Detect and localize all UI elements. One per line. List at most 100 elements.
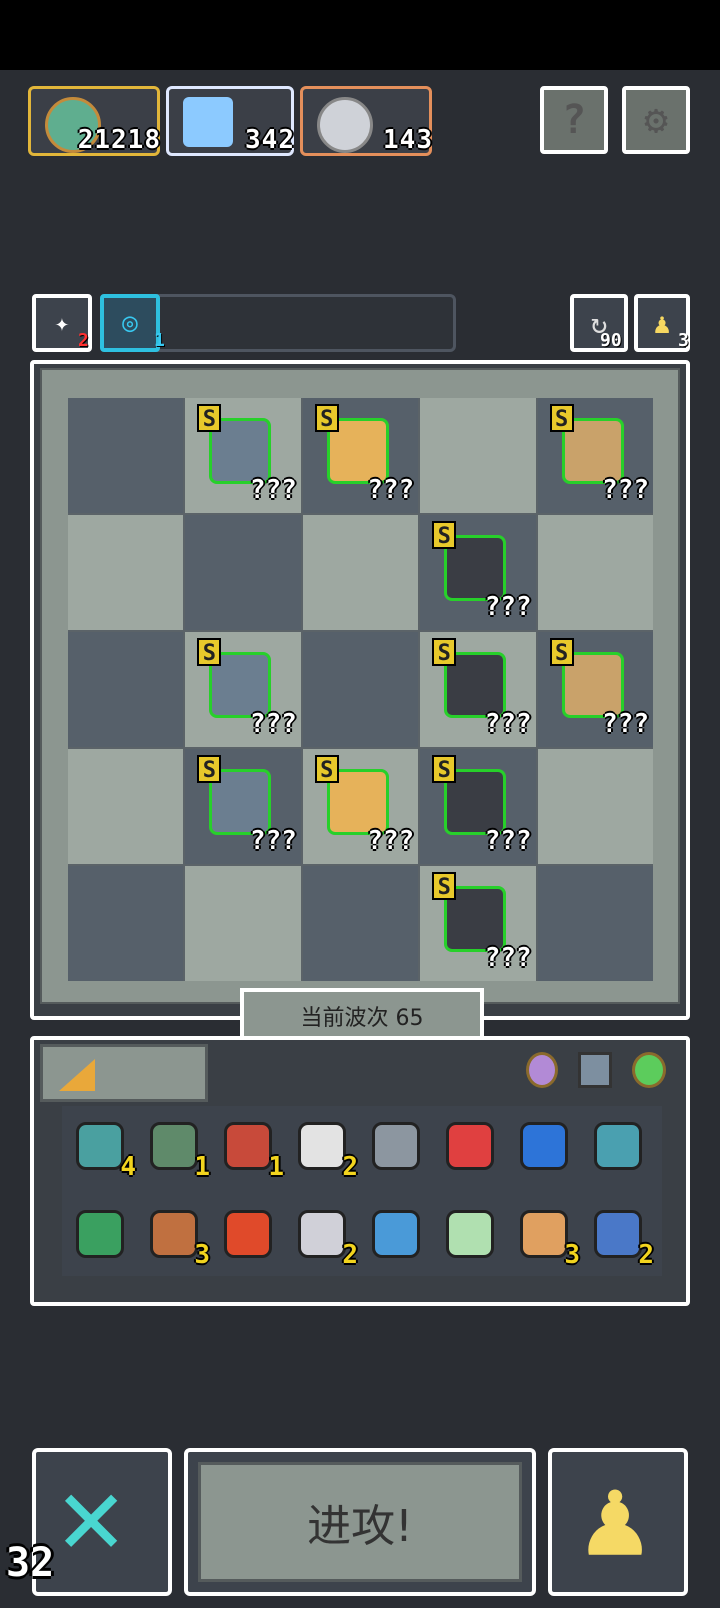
board-cell[interactable]: S??? xyxy=(420,749,536,864)
rank-badge: S xyxy=(197,755,222,783)
book-icon[interactable]: 3 xyxy=(146,1206,210,1270)
board-cell[interactable]: S??? xyxy=(420,632,536,747)
blue-rune-icon: ◎ xyxy=(122,308,138,338)
board-cell[interactable] xyxy=(68,398,184,513)
question-icon: ? xyxy=(561,97,587,143)
rank-badge: S xyxy=(549,404,574,432)
enemy-unit[interactable]: S??? xyxy=(303,749,418,864)
enemy-unit[interactable]: S??? xyxy=(420,515,535,630)
pawn-button[interactable]: ♟ xyxy=(548,1448,688,1596)
board-cell[interactable]: S??? xyxy=(185,632,301,747)
board-cell[interactable]: S??? xyxy=(185,398,301,513)
trash-icon[interactable] xyxy=(72,1206,128,1262)
potion-icon[interactable] xyxy=(442,1206,498,1262)
item-shape xyxy=(372,1122,420,1170)
board-cell[interactable] xyxy=(68,749,184,864)
unknown-stat: ??? xyxy=(249,826,297,856)
zombie-icon[interactable]: 1 xyxy=(146,1118,210,1182)
board-cell[interactable] xyxy=(68,866,184,981)
refresh-count: 90 xyxy=(600,330,622,351)
unknown-stat: ??? xyxy=(484,826,532,856)
eye-orb-icon[interactable]: 1 xyxy=(220,1118,284,1182)
rank-badge: S xyxy=(432,521,457,549)
board-cell[interactable]: S??? xyxy=(537,632,653,747)
stone-icon[interactable] xyxy=(368,1118,424,1174)
green-ring-icon[interactable] xyxy=(632,1052,666,1088)
attack-button[interactable]: 进攻! xyxy=(184,1448,536,1596)
purple-ring-icon[interactable] xyxy=(526,1052,558,1088)
board-cell[interactable] xyxy=(420,398,536,513)
item-count: 3 xyxy=(564,1240,580,1270)
board-cell[interactable] xyxy=(68,632,184,747)
item-count: 2 xyxy=(638,1240,654,1270)
trait-count-blue: 1 xyxy=(154,330,165,351)
ruby-icon[interactable] xyxy=(220,1206,276,1262)
board-cell[interactable]: S??? xyxy=(185,749,301,864)
board-cell[interactable]: S??? xyxy=(302,749,419,864)
toilet-icon[interactable]: 3 xyxy=(516,1206,580,1270)
gear-resource: 143 xyxy=(300,86,432,156)
unknown-stat: ??? xyxy=(249,475,297,505)
pawn-icon: ♟ xyxy=(653,306,671,340)
enemy-unit[interactable]: S??? xyxy=(538,398,653,513)
battle-grid: S??? S??? S??? S??? S??? S??? S??? S??? S??? S???… xyxy=(68,398,653,981)
unknown-stat: ??? xyxy=(484,943,532,973)
board-cell[interactable] xyxy=(537,515,653,630)
pawn-large-icon: ♟ xyxy=(582,1453,649,1581)
board-cell[interactable]: S??? xyxy=(420,866,536,981)
item-count: 3 xyxy=(194,1240,210,1270)
heart-icon[interactable]: 4 xyxy=(72,1118,136,1182)
enemy-unit[interactable]: S??? xyxy=(420,866,535,981)
board-cell[interactable] xyxy=(185,515,301,630)
disc-icon[interactable]: 2 xyxy=(294,1206,358,1270)
blue-crystal-butterfly-icon xyxy=(183,97,233,147)
board-cell[interactable] xyxy=(537,866,653,981)
board-cell[interactable]: S??? xyxy=(420,515,536,630)
board-cell[interactable] xyxy=(537,749,653,864)
inventory-tab[interactable] xyxy=(40,1044,208,1102)
unknown-stat: ??? xyxy=(367,475,415,505)
network-icon[interactable] xyxy=(368,1206,424,1262)
unknown-stat: ??? xyxy=(484,592,532,622)
board-cell[interactable]: S??? xyxy=(302,398,419,513)
enemy-unit[interactable]: S??? xyxy=(420,749,535,864)
item-shape xyxy=(76,1210,124,1258)
unknown-stat: ??? xyxy=(249,709,297,739)
enemy-unit[interactable]: S??? xyxy=(185,398,300,513)
enemy-unit[interactable]: S??? xyxy=(420,632,535,747)
gear-value: 143 xyxy=(383,125,433,155)
chip-icon[interactable]: 2 xyxy=(294,1118,358,1182)
enemy-unit[interactable]: S??? xyxy=(185,632,300,747)
corner-counter: 32 xyxy=(6,1540,55,1586)
flag-icon[interactable]: 2 xyxy=(590,1206,654,1270)
board-cell[interactable] xyxy=(68,515,184,630)
board-cell[interactable] xyxy=(185,866,301,981)
settings-button[interactable]: ⚙ xyxy=(622,86,690,154)
crystal-resource: 342 xyxy=(166,86,294,156)
enemy-unit[interactable]: S??? xyxy=(538,632,653,747)
top-black-bar xyxy=(0,0,720,70)
board-cell[interactable] xyxy=(302,866,419,981)
rank-badge: S xyxy=(197,404,222,432)
shield-orb-icon[interactable] xyxy=(590,1118,646,1174)
crystal-value: 342 xyxy=(245,125,295,155)
rank-badge: S xyxy=(314,755,339,783)
board-cell[interactable] xyxy=(302,515,419,630)
robot-icon[interactable] xyxy=(578,1052,612,1088)
item-shape xyxy=(520,1210,568,1258)
enemy-unit[interactable]: S??? xyxy=(303,398,418,513)
trait-slot-blue[interactable]: ◎ xyxy=(100,294,160,352)
board-cell[interactable]: S??? xyxy=(537,398,653,513)
battery-icon[interactable] xyxy=(442,1118,498,1174)
unknown-stat: ??? xyxy=(602,475,649,505)
rank-badge: S xyxy=(197,638,222,666)
blue-orb-icon[interactable] xyxy=(516,1118,572,1174)
rank-badge: S xyxy=(432,872,457,900)
enemy-unit[interactable]: S??? xyxy=(185,749,300,864)
unknown-stat: ??? xyxy=(484,709,532,739)
board-cell[interactable] xyxy=(302,632,419,747)
trait-count-red: 2 xyxy=(78,330,89,351)
item-shape xyxy=(150,1210,198,1258)
help-button[interactable]: ? xyxy=(540,86,608,154)
unknown-stat: ??? xyxy=(602,709,649,739)
